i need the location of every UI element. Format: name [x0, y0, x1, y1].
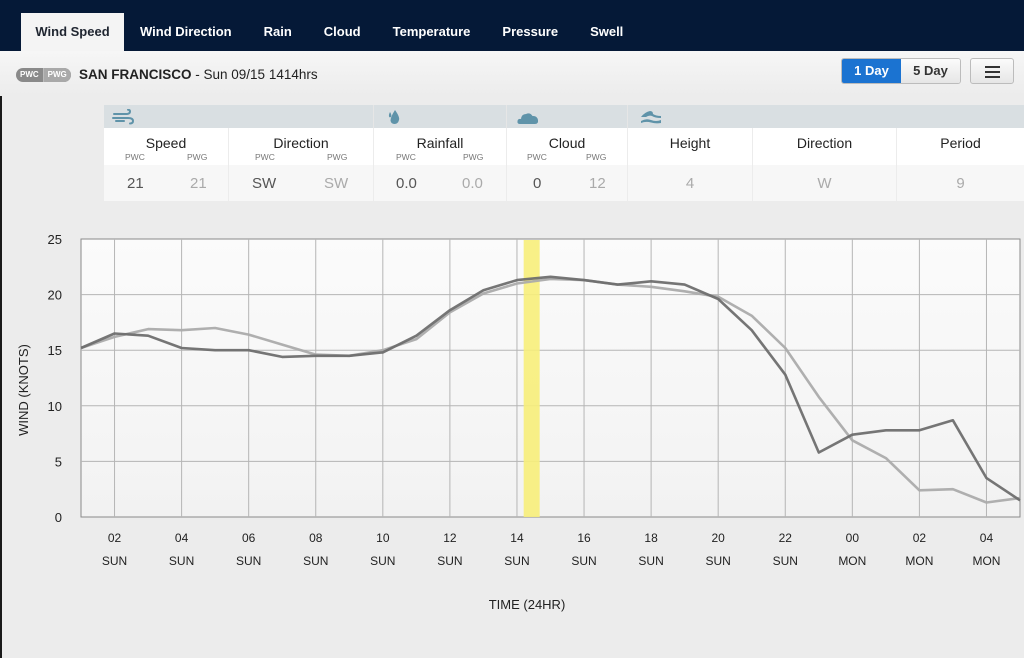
x-tick-label: 20 [711, 531, 725, 545]
one-day-button[interactable]: 1 Day [842, 59, 901, 83]
rainfall-pwg-label: PWG [463, 152, 484, 162]
swell-direction-label: Direction [796, 135, 853, 151]
direction-pwg-value: SW [324, 175, 349, 192]
speed-label: Speed [145, 135, 187, 151]
plot-area [80, 238, 1021, 518]
x-tick-label: 04 [980, 531, 994, 545]
speed-pwc-value: 21 [127, 175, 144, 192]
y-tick-label: 15 [48, 343, 62, 358]
model-badge: PWC PWG [16, 68, 71, 82]
swell-direction-value: W [817, 175, 832, 192]
tab-wind-direction[interactable]: Wind Direction [124, 13, 248, 51]
x-tick-day-label: SUN [504, 554, 529, 568]
tab-cloud[interactable]: Cloud [308, 13, 377, 51]
rainfall-pwg-value: 0.0 [462, 175, 483, 192]
x-tick-day-label: SUN [236, 554, 261, 568]
cloud-label: Cloud [548, 135, 586, 151]
badge-pwc: PWC [20, 70, 39, 79]
x-tick-day-label: SUN [773, 554, 798, 568]
wind-direction-column: Direction PWC PWG SW SW [229, 128, 374, 201]
tab-rain[interactable]: Rain [248, 13, 308, 51]
rainfall-pwc-label: PWC [396, 152, 416, 162]
direction-pwc-label: PWC [255, 152, 275, 162]
speed-pwg-value: 21 [190, 175, 207, 192]
y-tick-label: 20 [48, 288, 62, 303]
five-day-button[interactable]: 5 Day [901, 59, 960, 83]
tab-pressure[interactable]: Pressure [486, 13, 574, 51]
tab-swell[interactable]: Swell [574, 13, 639, 51]
x-tick-day-label: SUN [437, 554, 462, 568]
direction-pwg-label: PWG [327, 152, 348, 162]
x-tick-day-label: SUN [638, 554, 663, 568]
cloud-column: Cloud PWC PWG 0 12 [507, 128, 628, 201]
rainfall-pwc-value: 0.0 [396, 175, 417, 192]
chart-svg: 0 5 10 15 20 25 02 SUN 04 SUN 06 SUN 08 SUN 10 SUN 12 SU… [16, 232, 1021, 612]
location-name: SAN FRANCISCO [79, 67, 192, 82]
swell-direction-column: Direction W [753, 128, 897, 201]
y-tick-label: 10 [48, 399, 62, 414]
wind-icon [112, 108, 136, 130]
y-axis-label: WIND (KNOTS) [16, 344, 31, 436]
y-tick-label: 25 [48, 232, 62, 247]
rainfall-column: Rainfall PWC PWG 0.0 0.0 [374, 128, 507, 201]
cloud-icon [517, 111, 539, 129]
direction-pwc-value: SW [252, 175, 277, 192]
tab-wind-speed[interactable]: Wind Speed [21, 13, 124, 51]
x-tick-label: 16 [577, 531, 591, 545]
speed-pwg-label: PWG [187, 152, 208, 162]
y-tick-label: 5 [55, 454, 62, 469]
x-tick-day-label: SUN [303, 554, 328, 568]
x-tick-label: 02 [913, 531, 927, 545]
raindrop-icon [386, 109, 402, 130]
conditions-summary: Speed PWC PWG 21 21 Direction PWC PWG SW… [104, 105, 1024, 201]
swell-period-value: 9 [956, 175, 965, 192]
badge-pwg: PWG [42, 68, 71, 82]
x-tick-label: 08 [309, 531, 323, 545]
x-tick-day-label: SUN [706, 554, 731, 568]
x-tick-label: 10 [376, 531, 390, 545]
x-tick-day-label: MON [838, 554, 866, 568]
swell-height-value: 4 [685, 175, 695, 192]
menu-button[interactable] [970, 58, 1014, 84]
swell-height-column: Height 4 [628, 128, 753, 201]
x-tick-day-label: MON [972, 554, 1000, 568]
swell-height-label: Height [669, 135, 711, 151]
rainfall-label: Rainfall [416, 135, 464, 151]
location-title: SAN FRANCISCO - Sun 09/15 1414hrs [79, 67, 318, 82]
top-nav: Wind Speed Wind Direction Rain Cloud Tem… [0, 0, 1024, 51]
x-tick-label: 00 [846, 531, 860, 545]
y-axis-ticks: 0 5 10 15 20 25 [48, 232, 62, 525]
cloud-pwc-value: 0 [533, 175, 542, 192]
x-tick-day-label: SUN [169, 554, 194, 568]
x-tick-label: 04 [175, 531, 189, 545]
x-tick-day-label: SUN [102, 554, 127, 568]
x-tick-label: 06 [242, 531, 256, 545]
y-tick-label: 0 [55, 510, 62, 525]
cloud-pwc-label: PWC [527, 152, 547, 162]
wind-speed-chart: 0 5 10 15 20 25 02 SUN 04 SUN 06 SUN 08 SUN 10 SUN 12 SU… [0, 220, 1024, 658]
x-tick-label: 14 [510, 531, 524, 545]
tab-bar: Wind Speed Wind Direction Rain Cloud Tem… [21, 13, 639, 51]
wind-direction-label: Direction [273, 135, 329, 151]
cloud-pwg-label: PWG [586, 152, 607, 162]
tab-temperature[interactable]: Temperature [377, 13, 487, 51]
x-axis-label: TIME (24HR) [489, 597, 566, 612]
speed-pwc-label: PWC [125, 152, 145, 162]
cloud-pwg-value: 12 [589, 175, 606, 192]
x-tick-label: 02 [108, 531, 122, 545]
swell-period-column: Period 9 [897, 128, 1024, 201]
forecast-datetime: - Sun 09/15 1414hrs [191, 67, 318, 82]
x-tick-label: 18 [644, 531, 658, 545]
swell-period-label: Period [940, 135, 981, 151]
swell-wave-icon [640, 110, 662, 129]
x-tick-day-label: SUN [571, 554, 596, 568]
x-tick-label: 12 [443, 531, 457, 545]
range-toggle: 1 Day 5 Day [841, 58, 961, 84]
x-tick-day-label: SUN [370, 554, 395, 568]
x-tick-label: 22 [779, 531, 793, 545]
x-axis-ticks: 02 SUN 04 SUN 06 SUN 08 SUN 10 SUN 12 SUN 14 SUN 16 SUN… [102, 531, 1001, 568]
speed-column: Speed PWC PWG 21 21 [104, 128, 229, 201]
x-tick-day-label: MON [905, 554, 933, 568]
